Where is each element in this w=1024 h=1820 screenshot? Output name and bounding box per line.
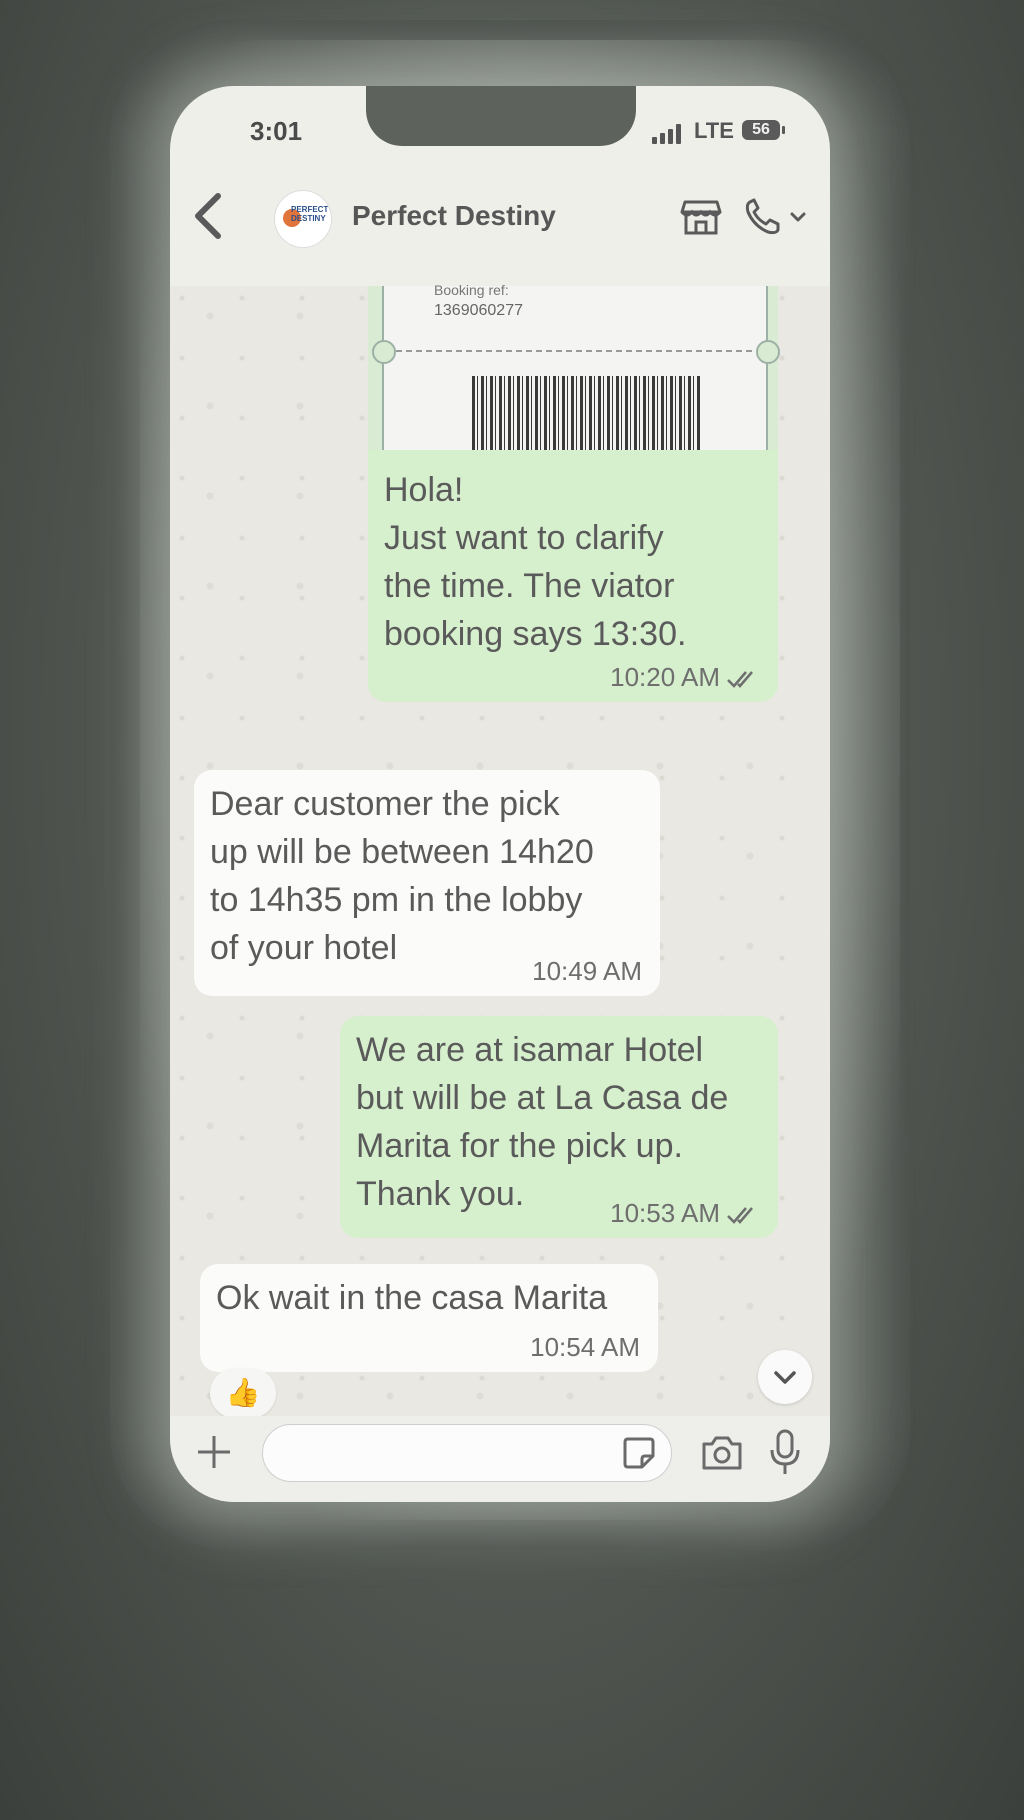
- plus-icon: [198, 1436, 230, 1468]
- phone-screen: 3:01 LTE 56 PERFECT DESTINY Perfect Dest…: [170, 86, 830, 1502]
- message-bubble-outgoing[interactable]: Hola! Just want to clarify the time. The…: [368, 450, 778, 702]
- read-receipt-icon: [727, 1207, 753, 1224]
- microphone-button[interactable]: [768, 1428, 802, 1478]
- message-input-bar: [170, 1416, 830, 1502]
- microphone-icon: [770, 1429, 800, 1474]
- network-type: LTE: [694, 118, 734, 143]
- battery-tip: [782, 126, 785, 134]
- reaction-badge[interactable]: 👍: [210, 1368, 276, 1418]
- message-text: Ok wait in the casa Marita: [216, 1279, 608, 1317]
- read-receipt-icon: [727, 671, 753, 688]
- message-time: 10:49 AM: [532, 956, 642, 986]
- back-button[interactable]: [188, 186, 228, 246]
- phone-icon: [745, 198, 806, 235]
- status-time: 3:01: [250, 116, 303, 146]
- message-meta: 10:54 AM: [530, 1332, 640, 1362]
- message-time: 10:53 AM: [610, 1198, 720, 1228]
- ticket-divider: [396, 350, 752, 352]
- message-text: Hola! Just want to clarify the time. The…: [384, 471, 687, 653]
- message-bubble-incoming[interactable]: Ok wait in the casa Marita 10:54 AM: [200, 1264, 658, 1372]
- ticket-label: Booking ref:: [434, 282, 509, 298]
- avatar-logo-text: PERFECT DESTINY: [291, 205, 329, 223]
- message-text: We are at isamar Hotel but will be at La…: [356, 1031, 729, 1213]
- camera-button[interactable]: [700, 1434, 744, 1472]
- attach-button[interactable]: [192, 1430, 236, 1474]
- camera-icon: [702, 1436, 742, 1470]
- message-input[interactable]: [262, 1424, 672, 1482]
- message-bubble-outgoing[interactable]: We are at isamar Hotel but will be at La…: [340, 1016, 778, 1238]
- message-time: 10:20 AM: [610, 662, 720, 692]
- battery-icon: 56: [742, 120, 780, 140]
- notch: [366, 86, 636, 146]
- message-text: Dear customer the pick up will be betwee…: [210, 785, 594, 967]
- message-meta: 10:49 AM: [532, 956, 642, 986]
- signal-icon: [652, 124, 686, 144]
- message-meta: 10:20 AM: [610, 662, 760, 692]
- message-meta: 10:53 AM: [610, 1198, 760, 1228]
- ticket-notch: [756, 340, 780, 364]
- sticker-icon: [623, 1437, 655, 1469]
- call-button[interactable]: [742, 196, 812, 238]
- chat-header: PERFECT DESTINY Perfect Destiny: [170, 166, 830, 286]
- barcode: [472, 376, 702, 454]
- ticket-reference: 1369060277: [434, 302, 523, 319]
- contact-name[interactable]: Perfect Destiny: [352, 200, 556, 232]
- ticket-notch: [372, 340, 396, 364]
- sticker-button[interactable]: [622, 1436, 656, 1470]
- chevron-down-icon: [774, 1371, 796, 1384]
- avatar[interactable]: PERFECT DESTINY: [274, 190, 332, 248]
- chat-area[interactable]: Booking ref: 1369060277 Hola! Just want …: [170, 282, 830, 1426]
- chevron-left-icon: [195, 193, 221, 239]
- message-time: 10:54 AM: [530, 1332, 640, 1362]
- scroll-down-button[interactable]: [758, 1350, 812, 1404]
- storefront-icon[interactable]: [680, 196, 722, 238]
- booking-ticket-image[interactable]: Booking ref: 1369060277: [368, 282, 780, 456]
- message-bubble-incoming[interactable]: Dear customer the pick up will be betwee…: [194, 770, 660, 996]
- ticket-card: Booking ref: 1369060277: [372, 282, 780, 454]
